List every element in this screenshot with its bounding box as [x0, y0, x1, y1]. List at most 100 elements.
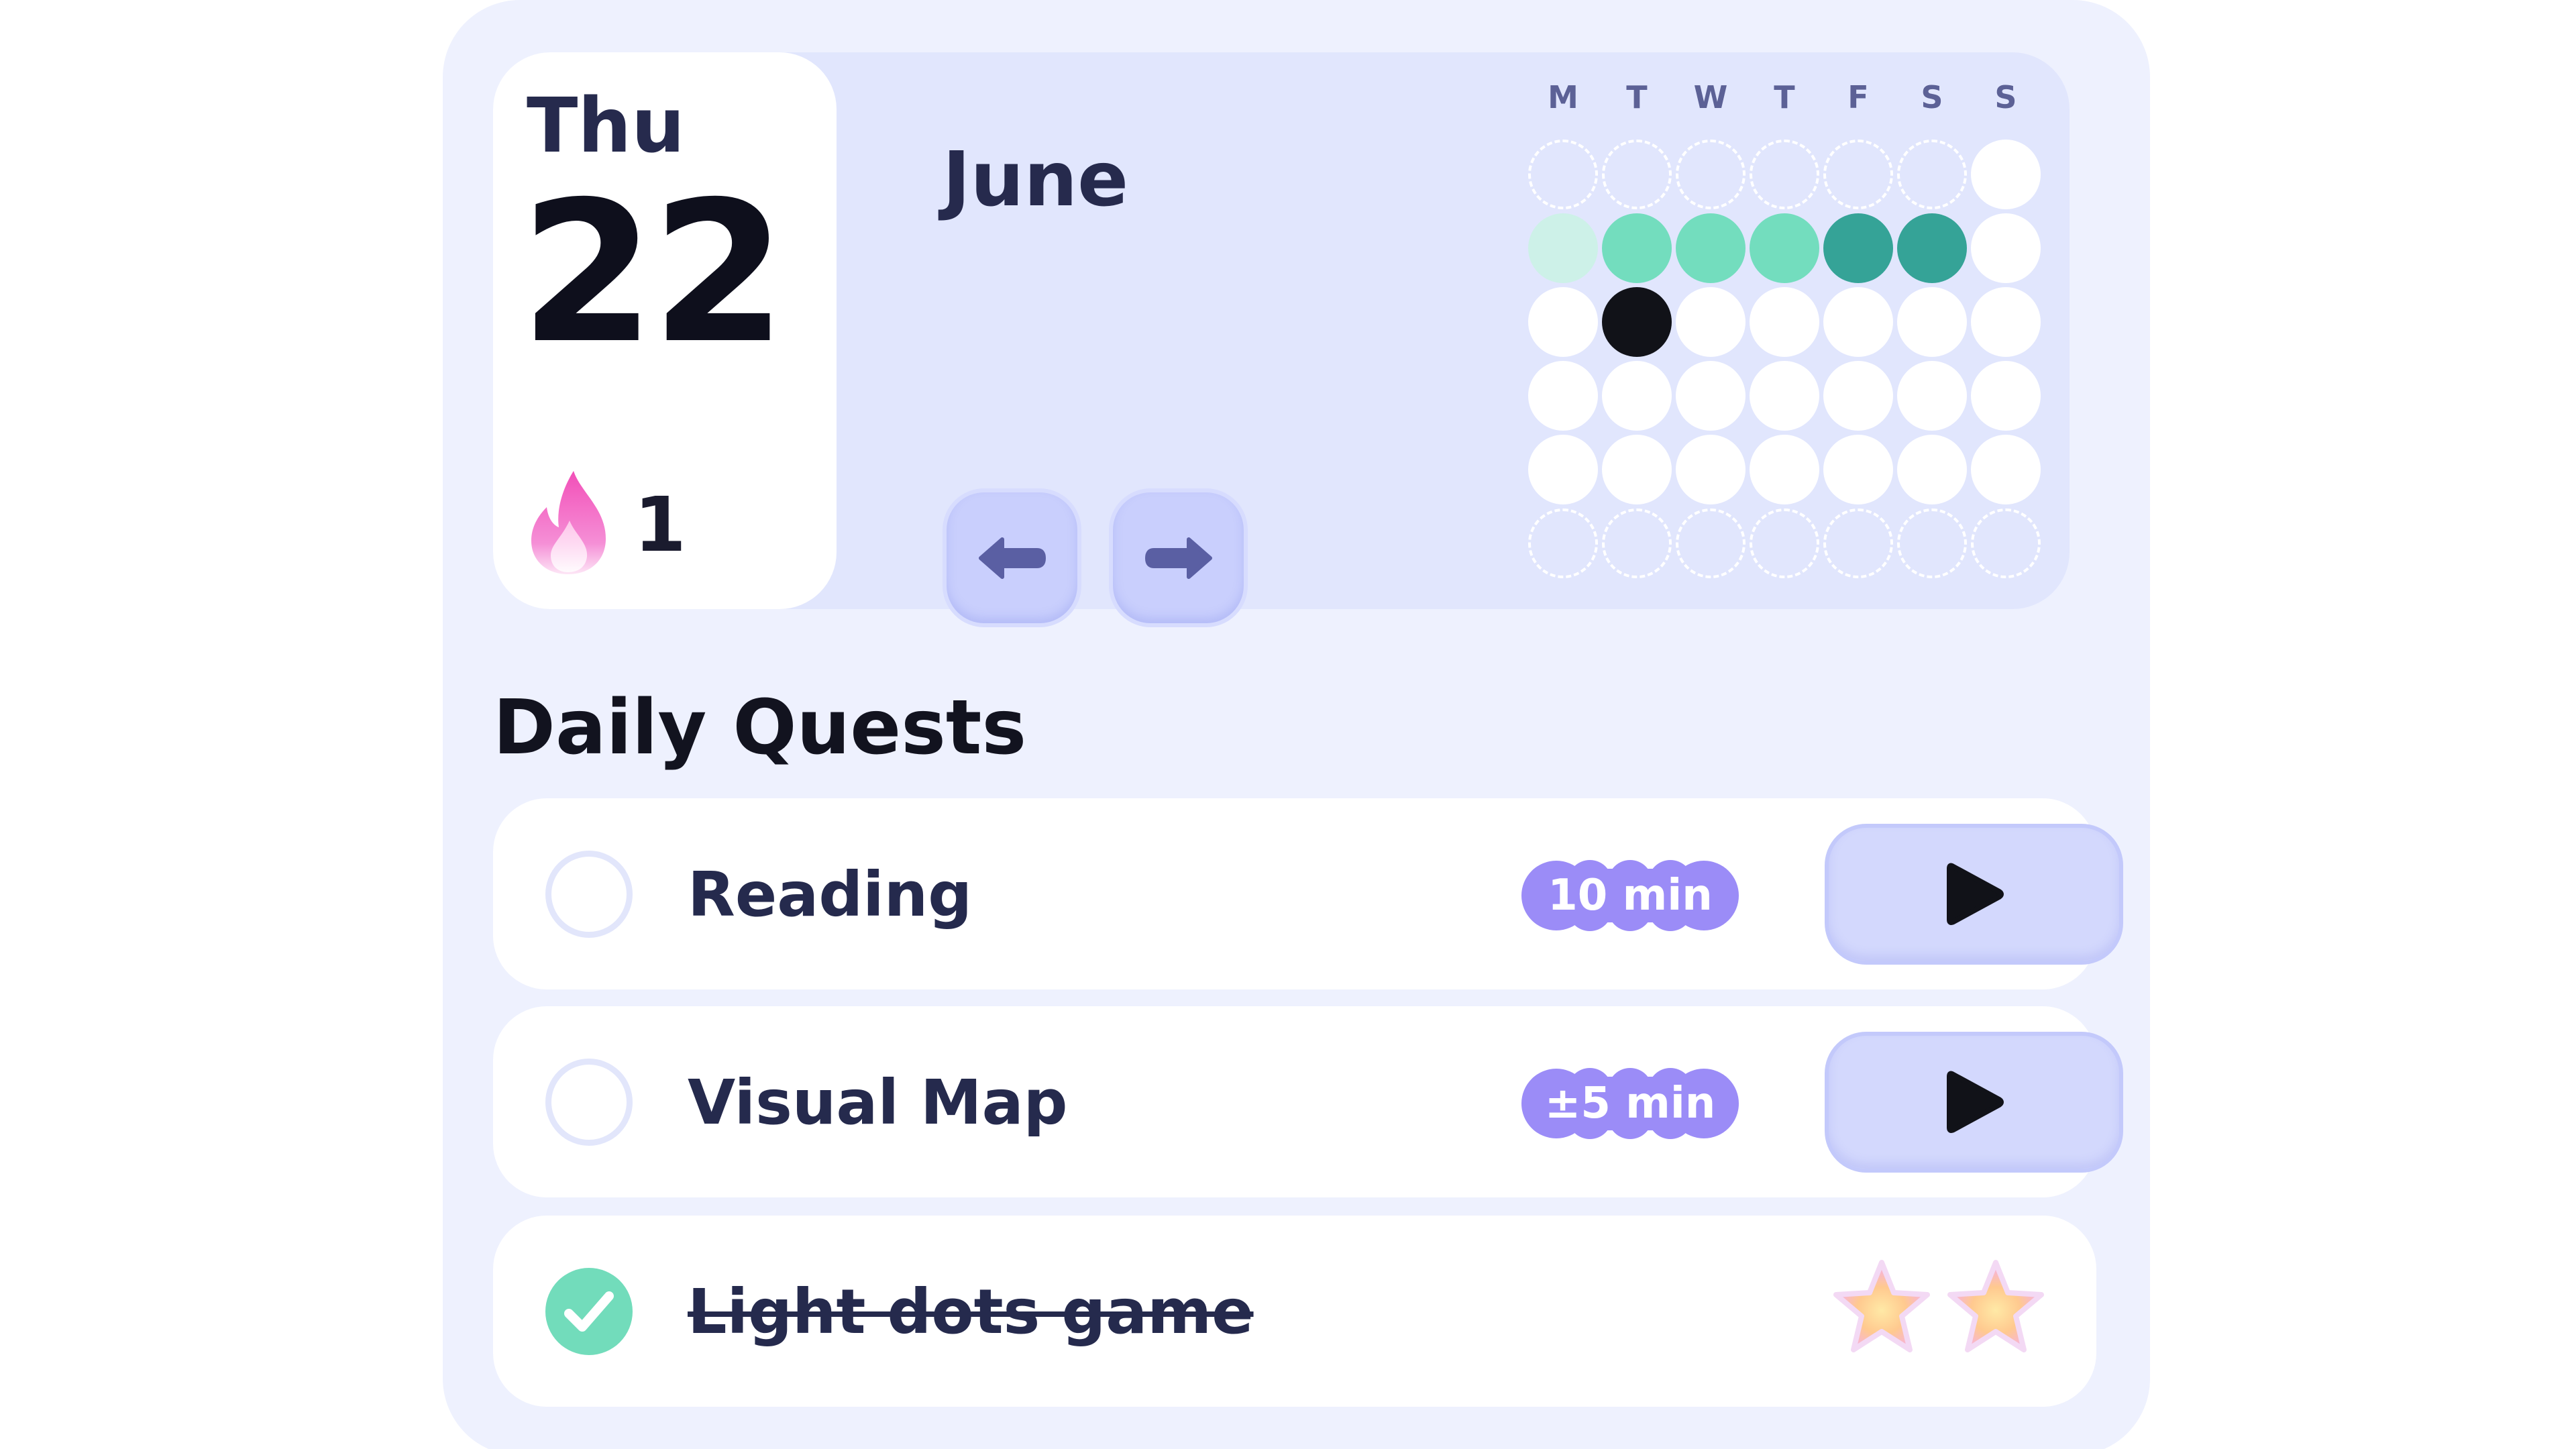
quest-checkbox[interactable] — [545, 1059, 633, 1146]
calendar-day-cell[interactable] — [1748, 433, 1821, 506]
calendar-day-dot — [1971, 140, 2041, 209]
calendar-day-cell[interactable] — [1674, 359, 1748, 433]
calendar-day-cell[interactable] — [1600, 285, 1674, 359]
duration-text: 10 min — [1548, 871, 1713, 920]
calendar-day-dot — [1528, 140, 1598, 209]
weekday-initial: F — [1847, 79, 1869, 115]
calendar-day-cell[interactable] — [1600, 359, 1674, 433]
calendar-day-dot — [1676, 140, 1746, 209]
calendar-day-cell[interactable] — [1526, 285, 1600, 359]
calendar-day-dot — [1602, 435, 1672, 504]
streak-count: 1 — [634, 482, 686, 569]
flame-icon — [531, 471, 606, 574]
calendar-day-dot — [1897, 508, 1967, 578]
quest-label: Reading — [688, 859, 973, 930]
calendar-day-dot — [1750, 287, 1819, 357]
month-label: June — [943, 136, 1129, 223]
calendar-day-cell — [1674, 506, 1748, 580]
calendar-day-dot — [1528, 435, 1598, 504]
calendar-day-cell[interactable] — [1674, 433, 1748, 506]
calendar-day-cell[interactable] — [1748, 359, 1821, 433]
calendar-day-cell[interactable] — [1969, 211, 2043, 285]
calendar-day-dot — [1676, 361, 1746, 431]
weekday-label: Thu — [527, 83, 685, 170]
calendar-day-cell — [1600, 138, 1674, 211]
quests-heading: Daily Quests — [493, 684, 1027, 771]
calendar-day-cell[interactable] — [1821, 359, 1895, 433]
calendar-day-cell[interactable] — [1821, 433, 1895, 506]
calendar-day-dot — [1971, 508, 2041, 578]
calendar-day-cell[interactable] — [1969, 433, 2043, 506]
calendar-day-cell[interactable] — [1748, 211, 1821, 285]
calendar-day-cell[interactable] — [1674, 211, 1748, 285]
calendar-day-dot — [1528, 508, 1598, 578]
calendar-day-dot — [1823, 508, 1893, 578]
duration-badge: 10 min — [1519, 859, 1741, 932]
calendar-day-cell — [1748, 138, 1821, 211]
calendar-day-cell — [1748, 506, 1821, 580]
calendar-day-cell — [1600, 506, 1674, 580]
weekday-initial: T — [1774, 79, 1795, 115]
calendar-day-dot — [1823, 435, 1893, 504]
calendar-day-cell[interactable] — [1821, 285, 1895, 359]
calendar-day-cell[interactable] — [1600, 433, 1674, 506]
calendar-day-dot — [1823, 361, 1893, 431]
calendar-day-cell[interactable] — [1526, 433, 1600, 506]
duration-text: ±5 min — [1544, 1079, 1716, 1128]
calendar-day-cell — [1895, 138, 1969, 211]
calendar-day-cell[interactable] — [1969, 138, 2043, 211]
weekday-initial: S — [1921, 79, 1943, 115]
calendar-day-cell — [1895, 506, 1969, 580]
calendar-day-dot — [1676, 213, 1746, 283]
calendar-day-dot — [1602, 213, 1672, 283]
quest-checkbox[interactable] — [545, 851, 633, 938]
calendar-day-today — [1602, 287, 1672, 357]
star-icon — [1833, 1260, 1930, 1352]
next-month-button[interactable] — [1109, 488, 1248, 627]
calendar-day-cell[interactable] — [1674, 285, 1748, 359]
play-button[interactable] — [1825, 1032, 2123, 1173]
calendar-day-dot — [1971, 213, 2041, 283]
calendar-day-cell[interactable] — [1969, 285, 2043, 359]
calendar-day-dot — [1528, 361, 1598, 431]
calendar-day-cell[interactable] — [1526, 211, 1600, 285]
quest-item-visual-map[interactable]: Visual Map ±5 min — [493, 1006, 2123, 1197]
calendar-day-dot — [1602, 140, 1672, 209]
weekday-initial: S — [1994, 79, 2017, 115]
calendar-day-cell[interactable] — [1895, 359, 1969, 433]
calendar-day-dot — [1750, 361, 1819, 431]
quest-label: Light dots game — [688, 1276, 1254, 1348]
calendar-day-cell — [1821, 138, 1895, 211]
calendar-day-cell[interactable] — [1821, 211, 1895, 285]
quest-label: Visual Map — [688, 1067, 1068, 1138]
calendar-day-cell[interactable] — [1526, 359, 1600, 433]
calendar-day-cell[interactable] — [1895, 433, 1969, 506]
calendar-day-dot — [1897, 140, 1967, 209]
calendar-day-dot — [1676, 508, 1746, 578]
calendar-day-cell[interactable] — [1748, 285, 1821, 359]
calendar-day-cell[interactable] — [1969, 359, 2043, 433]
previous-month-button[interactable] — [943, 488, 1081, 627]
calendar-day-cell[interactable] — [1895, 211, 1969, 285]
duration-badge: ±5 min — [1519, 1067, 1741, 1140]
quest-checkbox-checked[interactable] — [545, 1268, 633, 1355]
calendar-day-dot — [1528, 213, 1598, 283]
calendar-day-dot — [1971, 361, 2041, 431]
calendar-day-cell[interactable] — [1600, 211, 1674, 285]
play-button[interactable] — [1825, 824, 2123, 965]
calendar-day-dot — [1528, 287, 1598, 357]
calendar-day-cell — [1674, 138, 1748, 211]
calendar-day-dot — [1602, 508, 1672, 578]
calendar-day-dot — [1602, 361, 1672, 431]
earned-stars — [1833, 1260, 2044, 1352]
calendar-day-dot — [1750, 435, 1819, 504]
quest-item-light-dots-game[interactable]: Light dots game — [493, 1216, 2096, 1407]
weekday-initial: W — [1693, 79, 1728, 115]
play-icon — [1946, 863, 2004, 925]
calendar-day-cell — [1526, 506, 1600, 580]
quest-item-reading[interactable]: Reading 10 min — [493, 798, 2123, 989]
calendar-day-cell[interactable] — [1895, 285, 1969, 359]
calendar-day-dot — [1676, 287, 1746, 357]
weekday-initial: T — [1626, 79, 1648, 115]
calendar-day-dot — [1897, 287, 1967, 357]
